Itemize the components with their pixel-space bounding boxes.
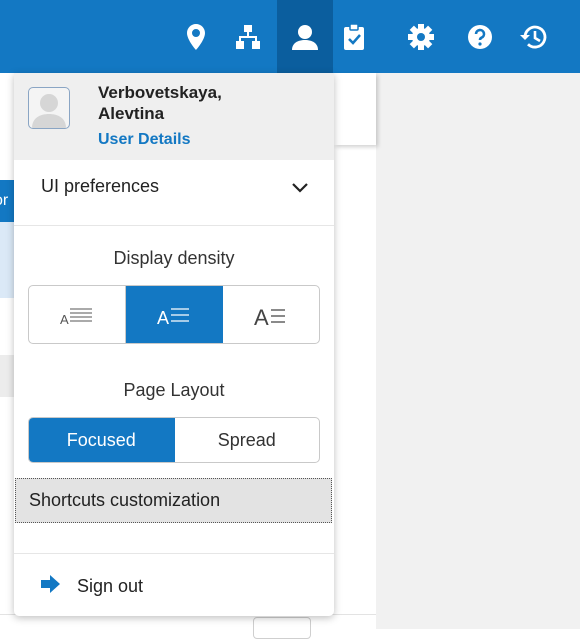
help-icon[interactable] [452, 0, 508, 73]
user-icon[interactable] [277, 0, 333, 73]
page-layout-title: Page Layout [123, 380, 225, 400]
clipboard-check-icon[interactable] [326, 0, 382, 73]
org-chart-icon[interactable] [220, 0, 276, 73]
sign-out-button[interactable]: Sign out [41, 573, 143, 599]
background-selected-row [0, 222, 14, 298]
user-last-name: Verbovetskaya, [98, 83, 222, 102]
compact-density-icon: A [60, 308, 92, 325]
svg-text:A: A [254, 305, 269, 327]
display-density-title: Display density [113, 248, 235, 268]
chevron-down-icon [292, 180, 308, 198]
location-pin-icon[interactable] [168, 0, 224, 73]
user-first-name: Alevtina [98, 104, 165, 123]
svg-text:A: A [157, 308, 169, 326]
gear-icon[interactable] [393, 0, 449, 73]
display-density-selector: A A A [28, 285, 320, 344]
background-control[interactable] [253, 617, 311, 639]
svg-text:A: A [60, 312, 69, 325]
background-panel [376, 73, 580, 629]
background-tab[interactable]: or [0, 180, 14, 222]
density-normal-option[interactable]: A [126, 286, 223, 343]
sign-out-icon [41, 574, 61, 598]
ui-preferences-label: UI preferences [41, 176, 160, 196]
user-header: Verbovetskaya, Alevtina User Details [14, 73, 334, 160]
avatar [28, 87, 70, 129]
density-comfortable-option[interactable]: A [223, 286, 319, 343]
shortcuts-customization-item[interactable]: Shortcuts customization [15, 478, 332, 523]
top-toolbar [0, 0, 580, 73]
menu-divider [14, 553, 334, 554]
page-layout-selector: Focused Spread [28, 417, 320, 463]
sign-out-label: Sign out [77, 575, 144, 596]
density-compact-option[interactable]: A [29, 286, 126, 343]
comfortable-density-icon: A [254, 305, 285, 327]
history-icon[interactable] [506, 0, 562, 73]
background-row [0, 355, 14, 397]
normal-density-icon: A [157, 308, 189, 326]
layout-spread-option[interactable]: Spread [175, 418, 320, 462]
layout-focused-option[interactable]: Focused [29, 418, 175, 462]
user-menu-dropdown: Verbovetskaya, Alevtina User Details UI … [14, 73, 334, 616]
user-details-link[interactable]: User Details [98, 131, 191, 149]
ui-preferences-toggle[interactable]: UI preferences [14, 160, 334, 226]
background-card [334, 73, 376, 145]
user-name: Verbovetskaya, Alevtina [98, 82, 222, 124]
